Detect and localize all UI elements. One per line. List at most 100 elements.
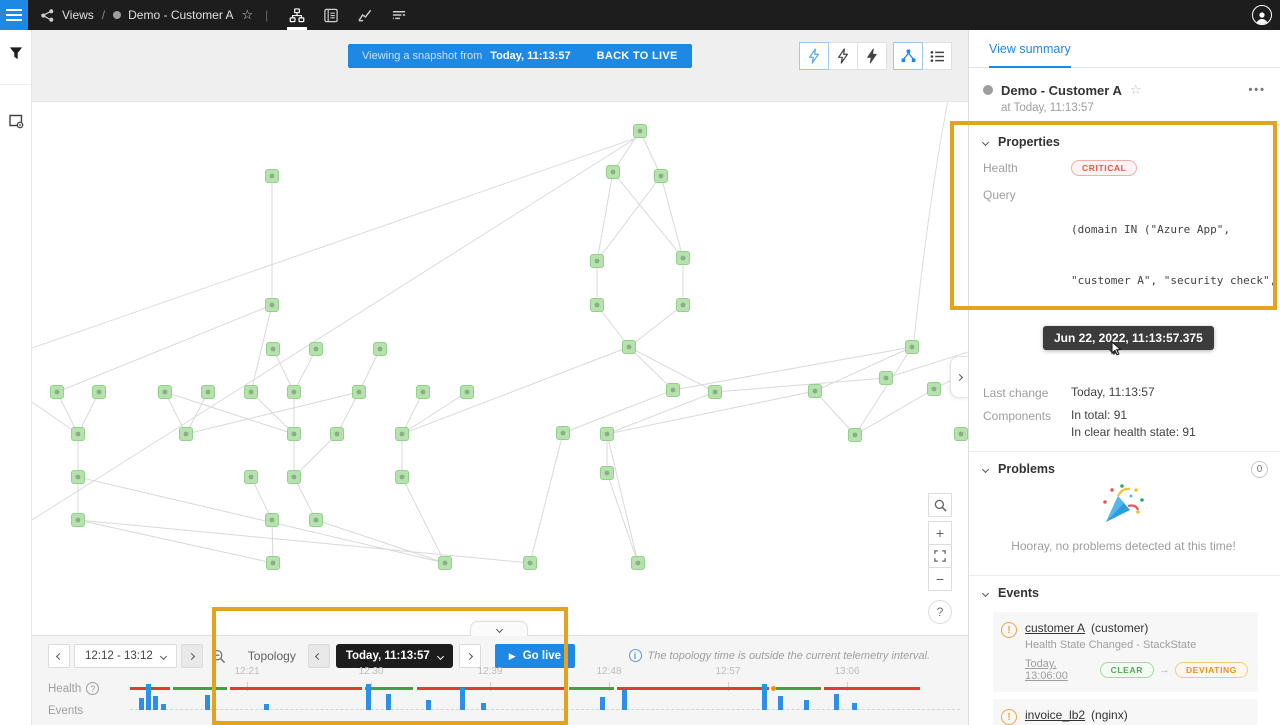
back-to-live-button[interactable]: BACK TO LIVE [597,50,678,62]
topology-node[interactable] [267,557,280,570]
telemetry-interval-dropdown[interactable]: 12:12 - 13:12 [74,644,177,668]
metrics-perspective-tab[interactable] [348,0,382,30]
topology-node[interactable] [396,428,409,441]
event-bar[interactable] [161,704,166,710]
topology-node[interactable] [288,428,301,441]
interval-next-button[interactable] [181,644,203,668]
topology-time-next-button[interactable] [459,644,481,668]
topology-node[interactable] [159,386,172,399]
event-time-link[interactable]: Today, 13:06:00 [1025,658,1100,682]
breadcrumb-view-name[interactable]: Demo - Customer A [128,8,233,22]
topology-view-mode-button[interactable] [893,42,923,70]
event-bar[interactable] [778,696,783,710]
view-favorite-star-icon[interactable]: ☆ [1130,82,1142,98]
tab-view-summary[interactable]: View summary [989,30,1071,68]
user-avatar[interactable] [1252,5,1272,25]
topology-canvas[interactable]: Viewing a snapshot from Today, 11:13:57 … [32,30,968,635]
event-bar[interactable] [153,696,158,710]
topology-node[interactable] [634,125,647,138]
topology-node[interactable] [955,428,968,441]
topology-node[interactable] [439,557,452,570]
event-bar[interactable] [762,684,767,710]
view-menu-button[interactable]: ••• [1248,84,1266,96]
event-bar[interactable] [804,700,809,710]
problem-mode-all-button[interactable] [799,42,829,70]
event-component-link[interactable]: invoice_lb2 [1025,708,1085,722]
canvas-search-button[interactable] [928,493,952,517]
event-bar[interactable] [600,697,605,710]
topology-node[interactable] [267,343,280,356]
problem-mode-filled-button[interactable] [857,42,887,70]
topology-node[interactable] [374,343,387,356]
event-bar[interactable] [852,703,857,710]
timeline-chart[interactable]: 12:2112:3012:3912:4812:5713:06 [130,666,960,722]
event-bar[interactable] [622,690,627,710]
topology-node[interactable] [266,170,279,183]
hamburger-menu-button[interactable] [0,0,28,30]
zoom-out-button[interactable]: − [928,567,952,591]
health-segment-clear[interactable] [173,687,227,690]
topology-node[interactable] [601,428,614,441]
topology-node[interactable] [524,557,537,570]
list-view-mode-button[interactable] [922,42,952,70]
topology-perspective-tab[interactable] [280,0,314,30]
event-card[interactable]: ! customer A(customer) Health State Chan… [993,612,1258,692]
health-help-icon[interactable]: ? [86,682,99,695]
topology-node[interactable] [396,471,409,484]
topology-node[interactable] [677,299,690,312]
topology-node[interactable] [72,428,85,441]
snapshot-time[interactable]: Today, 11:13:57 [490,50,570,62]
topology-node[interactable] [461,386,474,399]
view-settings-icon[interactable] [0,103,32,137]
health-segment-critical[interactable] [824,687,920,690]
timeline-zoom-out-icon[interactable] [211,649,226,664]
problem-mode-outline-button[interactable] [828,42,858,70]
topology-node[interactable] [72,471,85,484]
topology-node[interactable] [880,372,893,385]
topology-node[interactable] [557,427,570,440]
topology-node[interactable] [331,428,344,441]
topology-time-prev-button[interactable] [308,644,330,668]
breadcrumb-views-link[interactable]: Views [62,8,94,22]
event-component-link[interactable]: customer A [1025,621,1085,635]
topology-node[interactable] [601,467,614,480]
panel-expand-tab[interactable] [950,356,968,398]
traces-perspective-tab[interactable] [382,0,416,30]
events-perspective-tab[interactable] [314,0,348,30]
filter-icon[interactable] [0,30,32,76]
last-change-value[interactable]: Today, 11:13:57 [1071,385,1155,400]
event-bar[interactable] [139,698,144,710]
health-segment-clear[interactable] [365,687,413,690]
topology-node[interactable] [809,385,822,398]
favorite-star-icon[interactable]: ☆ [242,7,254,23]
topology-node[interactable] [591,299,604,312]
topology-node[interactable] [310,514,323,527]
topology-node[interactable] [906,341,919,354]
topology-node[interactable] [93,386,106,399]
topology-node[interactable] [180,428,193,441]
topology-node[interactable] [353,386,366,399]
health-segment-clear[interactable] [776,687,821,690]
topology-node[interactable] [266,299,279,312]
event-bar[interactable] [366,684,371,710]
topology-node[interactable] [667,384,680,397]
topology-node[interactable] [72,514,85,527]
topology-node[interactable] [928,383,941,396]
event-bar[interactable] [205,695,210,710]
topology-node[interactable] [632,557,645,570]
go-live-button[interactable]: ▶ Go live [495,644,575,668]
topology-node[interactable] [51,386,64,399]
event-card[interactable]: ! invoice_lb2(nginx) Health State Change… [993,699,1258,725]
topology-node[interactable] [709,386,722,399]
topology-node[interactable] [655,170,668,183]
topology-node[interactable] [591,255,604,268]
event-bar[interactable] [264,704,269,710]
event-bar[interactable] [460,688,465,710]
properties-section-header[interactable]: Properties [983,135,1264,149]
topology-node[interactable] [310,343,323,356]
topology-time-dropdown[interactable]: Today, 11:13:57 [336,644,453,668]
topology-node[interactable] [202,386,215,399]
topology-node[interactable] [849,429,862,442]
health-segment-clear[interactable] [569,687,614,690]
topology-node[interactable] [417,386,430,399]
